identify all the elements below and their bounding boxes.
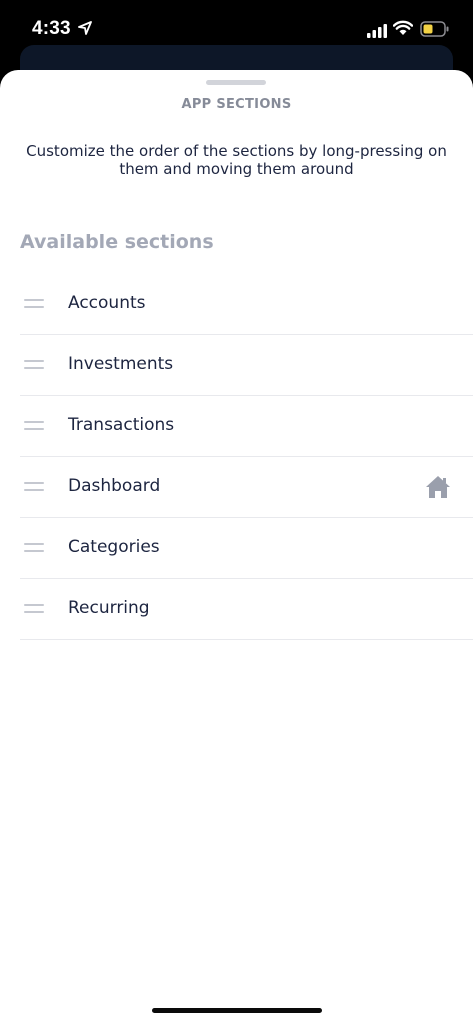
drag-handle-icon[interactable]	[24, 543, 44, 553]
sheet-title: APP SECTIONS	[181, 97, 292, 112]
drag-handle-icon[interactable]	[24, 360, 44, 370]
signal-icon	[367, 24, 387, 38]
section-label: Recurring	[68, 598, 150, 618]
location-arrow-icon	[78, 21, 92, 35]
section-row-dashboard[interactable]: Dashboard	[20, 457, 473, 518]
app-sections-sheet: APP SECTIONS Customize the order of the …	[0, 70, 473, 1024]
sections-list: Accounts Investments Transactions Dashbo…	[0, 274, 473, 640]
section-row-accounts[interactable]: Accounts	[20, 274, 473, 335]
section-label: Transactions	[68, 415, 175, 435]
battery-icon	[420, 21, 449, 37]
sheet-description: Customize the order of the sections by l…	[26, 142, 447, 178]
wifi-icon	[393, 20, 413, 35]
section-label: Accounts	[68, 293, 146, 313]
drag-handle-icon[interactable]	[24, 604, 44, 614]
sheet-grabber[interactable]	[206, 80, 266, 85]
home-indicator[interactable]	[152, 1008, 322, 1013]
drag-handle-icon[interactable]	[24, 299, 44, 309]
section-label: Categories	[68, 537, 160, 557]
home-icon	[426, 476, 450, 498]
drag-handle-icon[interactable]	[24, 482, 44, 492]
section-row-categories[interactable]: Categories	[20, 518, 473, 579]
screen: 4:33 APP SECTIONS Customize the order of…	[0, 0, 473, 1024]
drag-handle-icon[interactable]	[24, 421, 44, 431]
section-row-recurring[interactable]: Recurring	[20, 579, 473, 640]
section-row-investments[interactable]: Investments	[20, 335, 473, 396]
section-label: Investments	[68, 354, 174, 374]
status-time: 4:33	[32, 18, 71, 39]
section-row-transactions[interactable]: Transactions	[20, 396, 473, 457]
section-label: Dashboard	[68, 476, 161, 496]
available-sections-heading: Available sections	[20, 231, 214, 253]
